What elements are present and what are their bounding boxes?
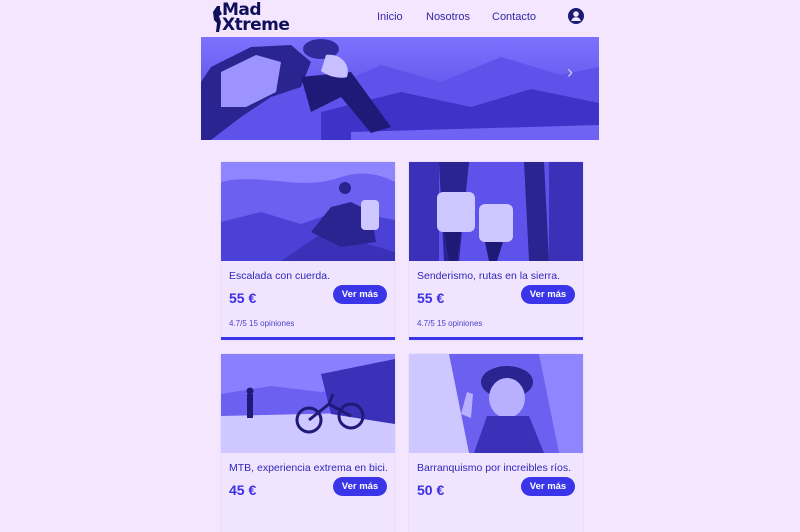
- hero-image: [201, 37, 599, 140]
- card-price: 45 €: [229, 482, 257, 498]
- card-price: 50 €: [417, 482, 445, 498]
- nav-nosotros[interactable]: Nosotros: [426, 11, 470, 23]
- chevron-right-icon[interactable]: ›: [567, 63, 573, 81]
- nav-contacto[interactable]: Contacto: [492, 11, 536, 23]
- activity-card[interactable]: Senderismo, rutas en la sierra. 55 € Ver…: [409, 162, 583, 340]
- card-title: Escalada con cuerda.: [229, 270, 330, 282]
- hero-carousel[interactable]: ›: [201, 37, 599, 140]
- card-title: MTB, experiencia extrema en bici.: [229, 462, 388, 474]
- header: Mad Xtreme Inicio Nosotros Contacto: [201, 0, 599, 37]
- logo-line-2: Xtreme: [222, 15, 290, 35]
- nav-inicio[interactable]: Inicio: [377, 11, 403, 23]
- card-price: 55 €: [229, 290, 257, 306]
- activity-card[interactable]: MTB, experiencia extrema en bici. 45 € V…: [221, 354, 395, 532]
- card-image: [409, 162, 583, 261]
- card-price: 55 €: [417, 290, 445, 306]
- activity-card[interactable]: Escalada con cuerda. 55 € Ver más 4.7/5 …: [221, 162, 395, 340]
- ver-mas-button[interactable]: Ver más: [521, 285, 575, 304]
- user-circle-icon[interactable]: [568, 8, 584, 24]
- logo[interactable]: Mad Xtreme: [211, 1, 307, 35]
- card-accent-bar: [221, 337, 395, 340]
- ver-mas-button[interactable]: Ver más: [333, 285, 387, 304]
- card-title: Barranquismo por increibles ríos.: [417, 462, 572, 474]
- card-image: [409, 354, 583, 453]
- card-rating: 4.7/5 15 opiniones: [417, 319, 483, 328]
- card-image: [221, 354, 395, 453]
- card-rating: 4.7/5 15 opiniones: [229, 319, 295, 328]
- ver-mas-button[interactable]: Ver más: [521, 477, 575, 496]
- page: Mad Xtreme Inicio Nosotros Contacto › Es…: [201, 0, 599, 532]
- card-image: [221, 162, 395, 261]
- card-title: Senderismo, rutas en la sierra.: [417, 270, 560, 282]
- ver-mas-button[interactable]: Ver más: [333, 477, 387, 496]
- card-accent-bar: [409, 337, 583, 340]
- activity-card[interactable]: Barranquismo por increibles ríos. 50 € V…: [409, 354, 583, 532]
